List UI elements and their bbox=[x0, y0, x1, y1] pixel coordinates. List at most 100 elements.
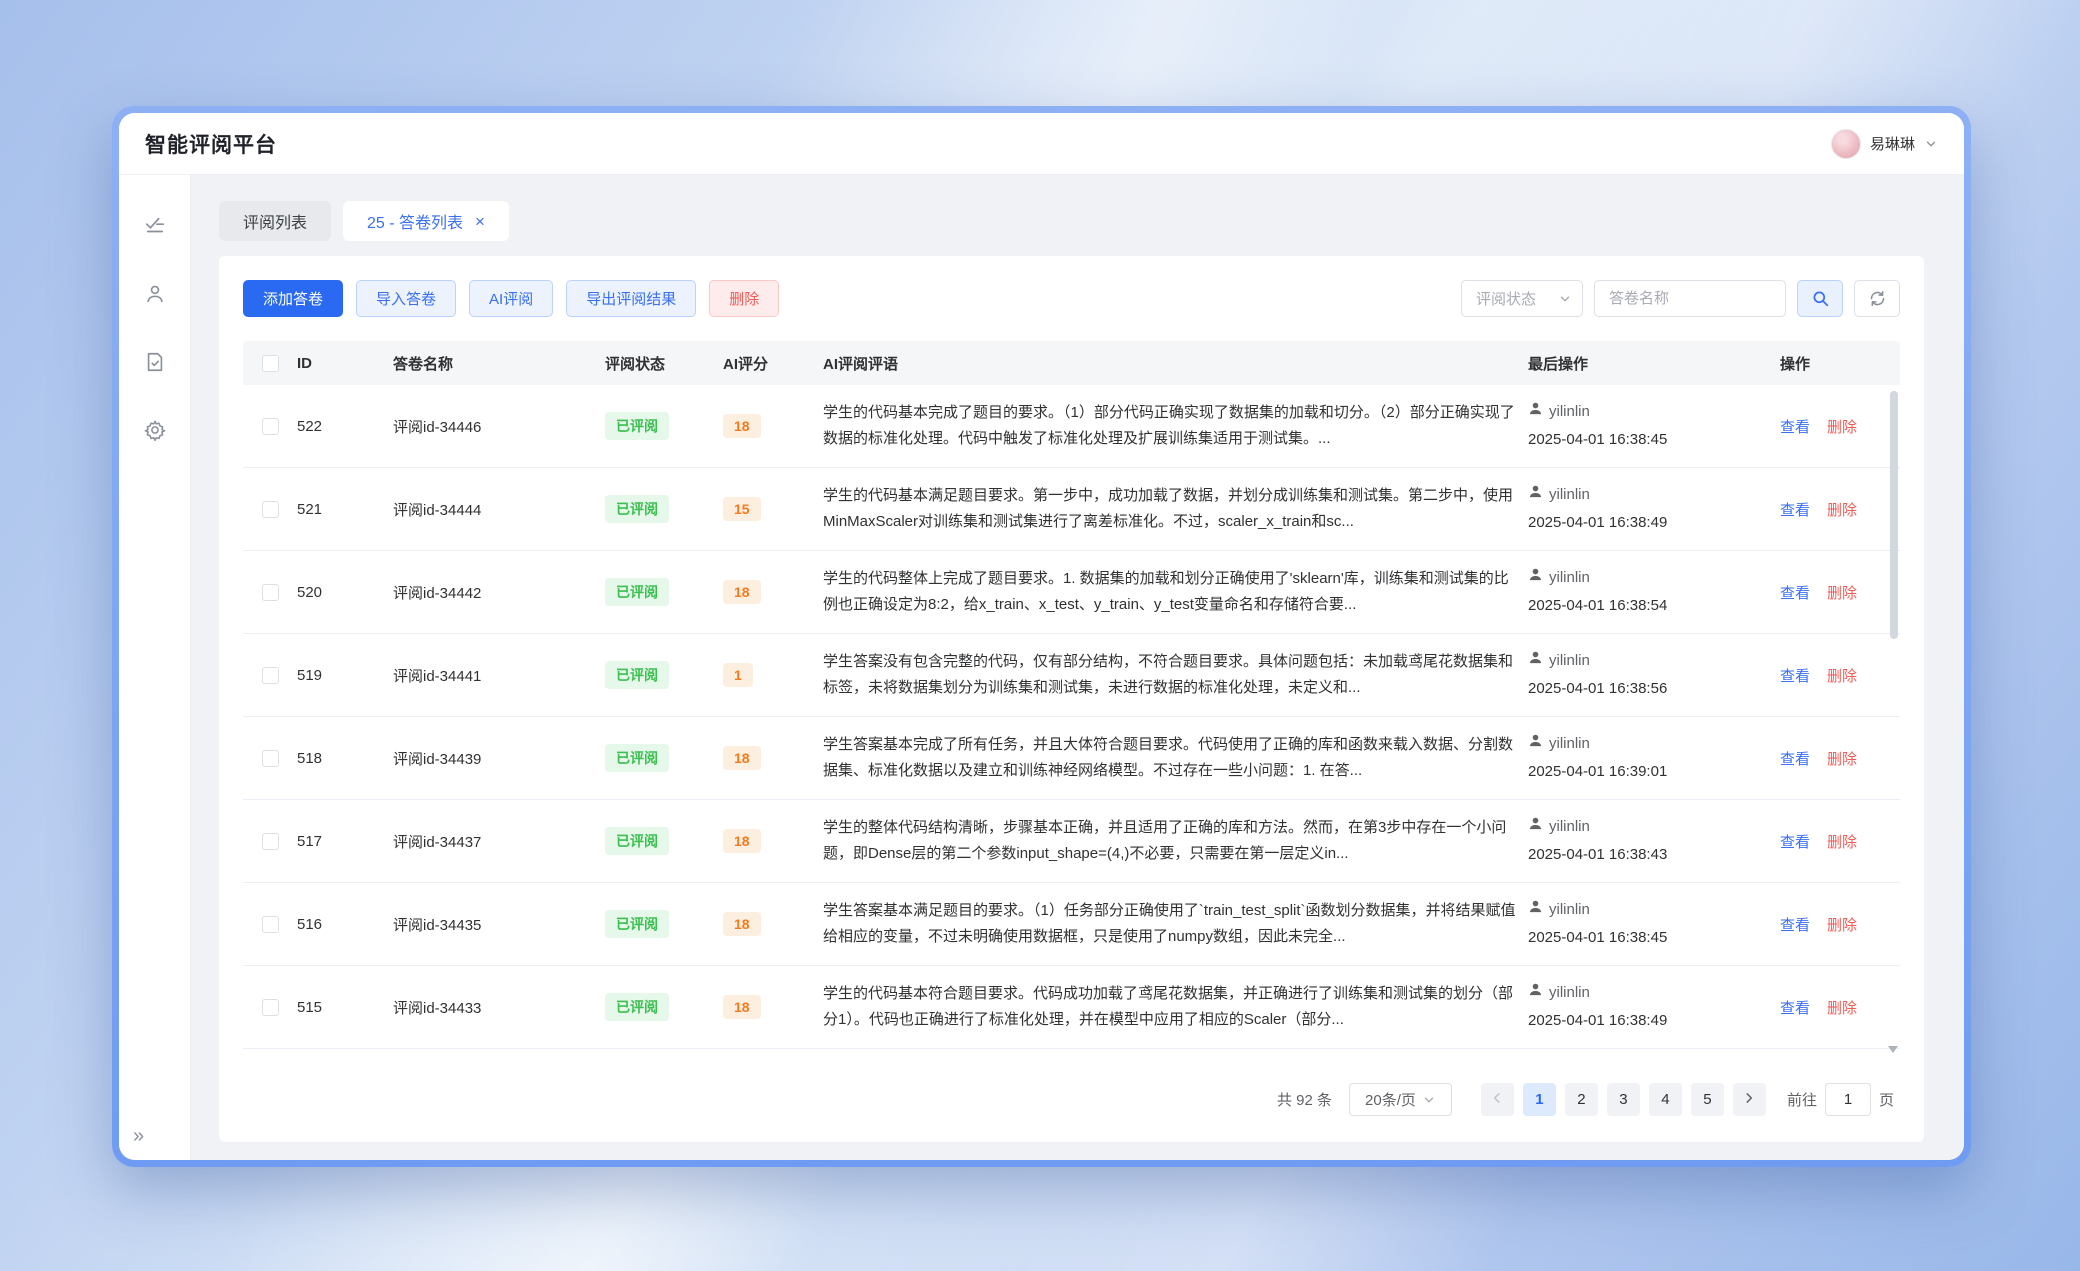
row-checkbox[interactable] bbox=[262, 750, 279, 767]
page-button-4[interactable]: 4 bbox=[1649, 1083, 1682, 1116]
view-link[interactable]: 查看 bbox=[1780, 582, 1810, 603]
content-card: 添加答卷 导入答卷 AI评阅 导出评阅结果 删除 评阅状态 bbox=[219, 256, 1924, 1142]
view-link[interactable]: 查看 bbox=[1780, 914, 1810, 935]
delete-link[interactable]: 删除 bbox=[1827, 748, 1857, 769]
cell-actions: 查看 删除 bbox=[1780, 582, 1900, 603]
row-checkbox[interactable] bbox=[262, 667, 279, 684]
operator-name: yilinlin bbox=[1549, 647, 1590, 675]
view-link[interactable]: 查看 bbox=[1780, 665, 1810, 686]
table-row: 521 评阅id-34444 已评阅 15 学生的代码基本满足题目要求。第一步中… bbox=[243, 468, 1900, 551]
view-link[interactable]: 查看 bbox=[1780, 831, 1810, 852]
cell-name: 评阅id-34439 bbox=[393, 748, 605, 769]
delete-link[interactable]: 删除 bbox=[1827, 914, 1857, 935]
next-page-button[interactable] bbox=[1733, 1083, 1766, 1116]
operator-name: yilinlin bbox=[1549, 564, 1590, 592]
import-answer-button[interactable]: 导入答卷 bbox=[356, 280, 456, 317]
row-checkbox[interactable] bbox=[262, 418, 279, 435]
score-badge: 18 bbox=[723, 912, 761, 936]
column-header-status: 评阅状态 bbox=[605, 353, 723, 374]
cell-actions: 查看 删除 bbox=[1780, 416, 1900, 437]
scroll-down-arrow-icon[interactable] bbox=[1888, 1046, 1898, 1053]
prev-page-button[interactable] bbox=[1481, 1083, 1514, 1116]
cell-status: 已评阅 bbox=[605, 993, 723, 1021]
app-header: 智能评阅平台 易琳琳 bbox=[119, 113, 1964, 175]
tab-bar: 评阅列表 25 - 答卷列表 × bbox=[219, 201, 1924, 241]
cell-name: 评阅id-34437 bbox=[393, 831, 605, 852]
tab-review-list[interactable]: 评阅列表 bbox=[219, 201, 331, 241]
chevron-down-icon bbox=[1558, 292, 1572, 306]
avatar[interactable] bbox=[1831, 129, 1861, 159]
delete-link[interactable]: 删除 bbox=[1827, 831, 1857, 852]
status-badge: 已评阅 bbox=[605, 412, 669, 440]
page-size-value: 20条/页 bbox=[1365, 1089, 1416, 1110]
row-checkbox[interactable] bbox=[262, 916, 279, 933]
cell-score: 18 bbox=[723, 580, 823, 604]
search-input[interactable] bbox=[1594, 280, 1786, 317]
column-header-lastop: 最后操作 bbox=[1528, 353, 1780, 374]
cell-score: 18 bbox=[723, 995, 823, 1019]
cell-last-operation: yilinlin 2025-04-01 16:38:54 bbox=[1528, 564, 1780, 620]
delete-link[interactable]: 删除 bbox=[1827, 665, 1857, 686]
document-check-icon[interactable] bbox=[144, 351, 166, 373]
cell-name: 评阅id-34442 bbox=[393, 582, 605, 603]
page-button-3[interactable]: 3 bbox=[1607, 1083, 1640, 1116]
user-icon[interactable] bbox=[144, 283, 166, 305]
row-checkbox[interactable] bbox=[262, 501, 279, 518]
page-button-5[interactable]: 5 bbox=[1691, 1083, 1724, 1116]
cell-id: 518 bbox=[297, 750, 393, 767]
delete-link[interactable]: 删除 bbox=[1827, 997, 1857, 1018]
cell-status: 已评阅 bbox=[605, 412, 723, 440]
add-answer-button[interactable]: 添加答卷 bbox=[243, 280, 343, 317]
cell-id: 522 bbox=[297, 418, 393, 435]
row-checkbox[interactable] bbox=[262, 584, 279, 601]
score-badge: 18 bbox=[723, 746, 761, 770]
operation-time: 2025-04-01 16:38:54 bbox=[1528, 592, 1770, 620]
select-all-checkbox[interactable] bbox=[262, 355, 279, 372]
review-list-icon[interactable] bbox=[144, 215, 166, 237]
cell-comment: 学生的整体代码结构清晰，步骤基本正确，并且适用了正确的库和方法。然而，在第3步中… bbox=[823, 815, 1528, 867]
user-menu[interactable]: 易琳琳 bbox=[1831, 129, 1938, 159]
delete-link[interactable]: 删除 bbox=[1827, 416, 1857, 437]
status-filter-select[interactable]: 评阅状态 bbox=[1461, 280, 1583, 317]
export-results-button[interactable]: 导出评阅结果 bbox=[566, 280, 696, 317]
view-link[interactable]: 查看 bbox=[1780, 499, 1810, 520]
cell-last-operation: yilinlin 2025-04-01 16:38:45 bbox=[1528, 398, 1780, 454]
score-badge: 18 bbox=[723, 580, 761, 604]
person-icon bbox=[1528, 564, 1543, 592]
operation-time: 2025-04-01 16:38:45 bbox=[1528, 924, 1770, 952]
search-button[interactable] bbox=[1797, 280, 1843, 317]
cell-id: 516 bbox=[297, 916, 393, 933]
close-icon[interactable]: × bbox=[475, 213, 485, 230]
row-checkbox[interactable] bbox=[262, 999, 279, 1016]
app-window: 智能评阅平台 易琳琳 bbox=[119, 113, 1964, 1160]
cell-status: 已评阅 bbox=[605, 744, 723, 772]
delete-link[interactable]: 删除 bbox=[1827, 582, 1857, 603]
cell-status: 已评阅 bbox=[605, 910, 723, 938]
status-badge: 已评阅 bbox=[605, 578, 669, 606]
settings-gear-icon[interactable] bbox=[144, 419, 166, 441]
cell-actions: 查看 删除 bbox=[1780, 831, 1900, 852]
delete-button[interactable]: 删除 bbox=[709, 280, 779, 317]
person-icon bbox=[1528, 481, 1543, 509]
view-link[interactable]: 查看 bbox=[1780, 748, 1810, 769]
ai-review-button[interactable]: AI评阅 bbox=[469, 280, 553, 317]
table-row: 520 评阅id-34442 已评阅 18 学生的代码整体上完成了题目要求。1.… bbox=[243, 551, 1900, 634]
refresh-button[interactable] bbox=[1854, 280, 1900, 317]
page-button-1[interactable]: 1 bbox=[1523, 1083, 1556, 1116]
cell-score: 18 bbox=[723, 912, 823, 936]
score-badge: 18 bbox=[723, 995, 761, 1019]
cell-last-operation: yilinlin 2025-04-01 16:38:56 bbox=[1528, 647, 1780, 703]
cell-name: 评阅id-34435 bbox=[393, 914, 605, 935]
toolbar: 添加答卷 导入答卷 AI评阅 导出评阅结果 删除 评阅状态 bbox=[243, 280, 1900, 317]
page-unit-label: 页 bbox=[1879, 1089, 1894, 1110]
sidebar-collapse-button[interactable]: » bbox=[133, 1125, 144, 1148]
delete-link[interactable]: 删除 bbox=[1827, 499, 1857, 520]
page-size-select[interactable]: 20条/页 bbox=[1349, 1083, 1452, 1116]
view-link[interactable]: 查看 bbox=[1780, 997, 1810, 1018]
row-checkbox[interactable] bbox=[262, 833, 279, 850]
tab-answer-list[interactable]: 25 - 答卷列表 × bbox=[343, 201, 509, 241]
view-link[interactable]: 查看 bbox=[1780, 416, 1810, 437]
table-scrollbar-thumb[interactable] bbox=[1890, 391, 1898, 639]
goto-page-input[interactable] bbox=[1825, 1083, 1871, 1116]
page-button-2[interactable]: 2 bbox=[1565, 1083, 1598, 1116]
